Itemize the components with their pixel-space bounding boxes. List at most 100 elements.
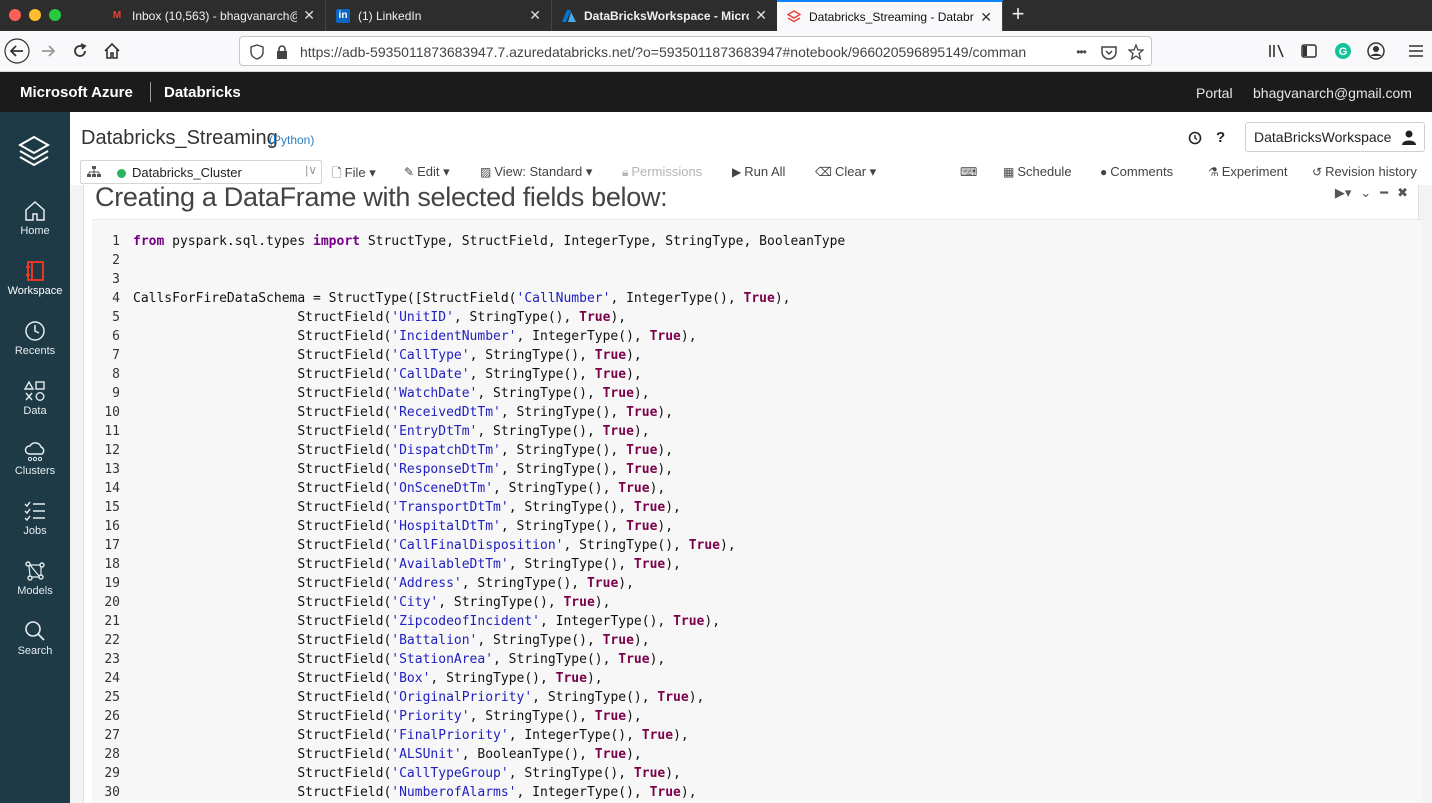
cluster-selector[interactable]: Databricks_Cluster |∨ — [80, 160, 322, 184]
sidebar-item-home[interactable]: Home — [0, 200, 70, 256]
schedule-button[interactable]: ▦ Schedule — [1003, 164, 1072, 179]
sidebar-item-label: Jobs — [23, 525, 47, 537]
experiment-button[interactable]: ⚗ Experiment — [1208, 164, 1288, 179]
workspace-user-button[interactable]: DataBricksWorkspace — [1245, 122, 1425, 152]
back-button[interactable] — [3, 37, 31, 65]
back-arrow-icon — [4, 38, 30, 64]
code-line[interactable]: 19 StructField('Address', StringType(), … — [92, 574, 1422, 593]
help-button[interactable]: ? — [1216, 129, 1225, 146]
notebook-language[interactable]: (Python) — [269, 133, 314, 147]
chevron-down-icon[interactable]: ⌄ — [1360, 185, 1371, 201]
code-line[interactable]: 30 StructField('NumberofAlarms', Integer… — [92, 783, 1422, 802]
code-line[interactable]: 10 StructField('ReceivedDtTm', StringTyp… — [92, 403, 1422, 422]
sidebar-item-models[interactable]: Models — [0, 560, 70, 616]
code-line[interactable]: 26 StructField('Priority', StringType(),… — [92, 707, 1422, 726]
code-line[interactable]: 3 — [92, 270, 1422, 289]
notebook-title[interactable]: Databricks_Streaming — [81, 127, 278, 150]
window-minimize-button[interactable] — [29, 9, 41, 21]
new-tab-button[interactable]: + — [1006, 2, 1030, 28]
portal-link[interactable]: Portal — [1196, 85, 1233, 101]
code-token: True — [633, 766, 666, 781]
tab-close-icon[interactable]: ✕ — [529, 8, 541, 22]
code-line[interactable]: 2 — [92, 251, 1422, 270]
code-line[interactable]: 6 StructField('IncidentNumber', IntegerT… — [92, 327, 1422, 346]
code-line[interactable]: 27 StructField('FinalPriority', IntegerT… — [92, 726, 1422, 745]
sidebar-toggle-button[interactable] — [1295, 37, 1323, 65]
menu-button[interactable] — [1402, 37, 1430, 65]
tab-close-icon[interactable]: ✕ — [980, 10, 992, 24]
tab-close-icon[interactable]: ✕ — [303, 8, 315, 22]
code-line[interactable]: 12 StructField('DispatchDtTm', StringTyp… — [92, 441, 1422, 460]
code-line[interactable]: 13 StructField('ResponseDtTm', StringTyp… — [92, 460, 1422, 479]
lock-icon[interactable] — [273, 43, 291, 61]
home-button[interactable] — [98, 37, 126, 65]
url-text[interactable]: https://adb-5935011873683947.7.azuredata… — [300, 44, 1060, 60]
sidebar-item-search[interactable]: Search — [0, 620, 70, 676]
code-line[interactable]: 23 StructField('StationArea', StringType… — [92, 650, 1422, 669]
code-line[interactable]: 11 StructField('EntryDtTm', StringType()… — [92, 422, 1422, 441]
edit-menu[interactable]: ✎ Edit ▾ — [404, 164, 450, 180]
code-line[interactable]: 29 StructField('CallTypeGroup', StringTy… — [92, 764, 1422, 783]
page-actions-icon[interactable]: ••• — [1072, 43, 1090, 61]
code-token: True — [594, 348, 627, 363]
product-name[interactable]: Databricks — [164, 84, 241, 101]
address-bar[interactable]: https://adb-5935011873683947.7.azuredata… — [239, 36, 1152, 66]
code-line[interactable]: 16 StructField('HospitalDtTm', StringTyp… — [92, 517, 1422, 536]
window-zoom-button[interactable] — [49, 9, 61, 21]
close-icon[interactable]: ✖ — [1397, 185, 1408, 201]
code-line[interactable]: 14 StructField('OnSceneDtTm', StringType… — [92, 479, 1422, 498]
shield-icon[interactable] — [248, 43, 266, 61]
sidebar-item-clusters[interactable]: Clusters — [0, 440, 70, 496]
sidebar-item-data[interactable]: Data — [0, 380, 70, 436]
code-token: 'OnSceneDtTm' — [391, 481, 494, 496]
code-line[interactable]: 28 StructField('ALSUnit', BooleanType(),… — [92, 745, 1422, 764]
code-line[interactable]: 9 StructField('WatchDate', StringType(),… — [92, 384, 1422, 403]
browser-tab-azure[interactable]: DataBricksWorkspace - Microso ✕ — [552, 0, 778, 31]
comments-button[interactable]: ● Comments — [1100, 164, 1173, 179]
code-line[interactable]: 24 StructField('Box', StringType(), True… — [92, 669, 1422, 688]
code-line[interactable]: 15 StructField('TransportDtTm', StringTy… — [92, 498, 1422, 517]
code-line[interactable]: 18 StructField('AvailableDtTm', StringTy… — [92, 555, 1422, 574]
code-line[interactable]: 5 StructField('UnitID', StringType(), Tr… — [92, 308, 1422, 327]
view-menu[interactable]: ▨ View: Standard ▾ — [480, 164, 592, 180]
user-email-menu[interactable]: bhagvanarch@gmail.com — [1253, 85, 1412, 101]
code-line[interactable]: 4 CallsForFireDataSchema = StructType([St… — [92, 289, 1422, 308]
library-button[interactable] — [1263, 37, 1291, 65]
history-clock-icon[interactable] — [1188, 131, 1202, 148]
browser-tab-linkedin[interactable]: in (1) LinkedIn ✕ — [326, 0, 552, 31]
code-line[interactable]: 25 StructField('OriginalPriority', Strin… — [92, 688, 1422, 707]
sidebar-item-jobs[interactable]: Jobs — [0, 500, 70, 556]
tab-close-icon[interactable]: ✕ — [755, 8, 767, 22]
pocket-icon[interactable] — [1100, 43, 1118, 61]
notebook-cell[interactable]: Creating a DataFrame with selected field… — [83, 182, 1422, 803]
comments-label: Comments — [1110, 164, 1174, 179]
sidebar-item-recents[interactable]: Recents — [0, 320, 70, 376]
grammarly-extension-button[interactable]: G — [1329, 37, 1357, 65]
window-close-button[interactable] — [9, 9, 21, 21]
code-token: ), — [657, 443, 674, 458]
minimize-cell-icon[interactable]: ━ — [1380, 185, 1388, 201]
forward-button[interactable] — [34, 37, 62, 65]
run-all-button[interactable]: ▶︎ Run All — [732, 164, 785, 179]
run-cell-icon[interactable]: ▶▾ — [1335, 185, 1352, 201]
keyboard-shortcuts-button[interactable]: ⌨ — [960, 164, 980, 179]
code-line[interactable]: 1 from pyspark.sql.types import StructTyp… — [92, 232, 1422, 251]
code-editor[interactable]: 1 from pyspark.sql.types import StructTyp… — [92, 219, 1422, 803]
bookmark-star-icon[interactable] — [1127, 43, 1145, 61]
browser-tab-gmail[interactable]: M Inbox (10,563) - bhagvanarch@ ✕ — [100, 0, 326, 31]
code-line[interactable]: 21 StructField('ZipcodeofIncident', Inte… — [92, 612, 1422, 631]
account-button[interactable] — [1362, 37, 1390, 65]
code-line[interactable]: 17 StructField('CallFinalDisposition', S… — [92, 536, 1422, 555]
databricks-logo-icon[interactable] — [17, 134, 51, 168]
code-line[interactable]: 22 StructField('Battalion', StringType()… — [92, 631, 1422, 650]
browser-tab-databricks[interactable]: Databricks_Streaming - Databri ✕ — [777, 0, 1003, 31]
reload-button[interactable] — [66, 37, 94, 65]
revision-history-button[interactable]: ↺ Revision history — [1312, 164, 1417, 179]
code-token: True — [594, 367, 627, 382]
azure-brand[interactable]: Microsoft Azure — [20, 84, 133, 101]
code-line[interactable]: 20 StructField('City', StringType(), Tru… — [92, 593, 1422, 612]
code-line[interactable]: 7 StructField('CallType', StringType(), … — [92, 346, 1422, 365]
clear-menu[interactable]: ⌫ Clear ▾ — [815, 164, 876, 180]
sidebar-item-workspace[interactable]: Workspace — [0, 260, 70, 316]
code-line[interactable]: 8 StructField('CallDate', StringType(), … — [92, 365, 1422, 384]
